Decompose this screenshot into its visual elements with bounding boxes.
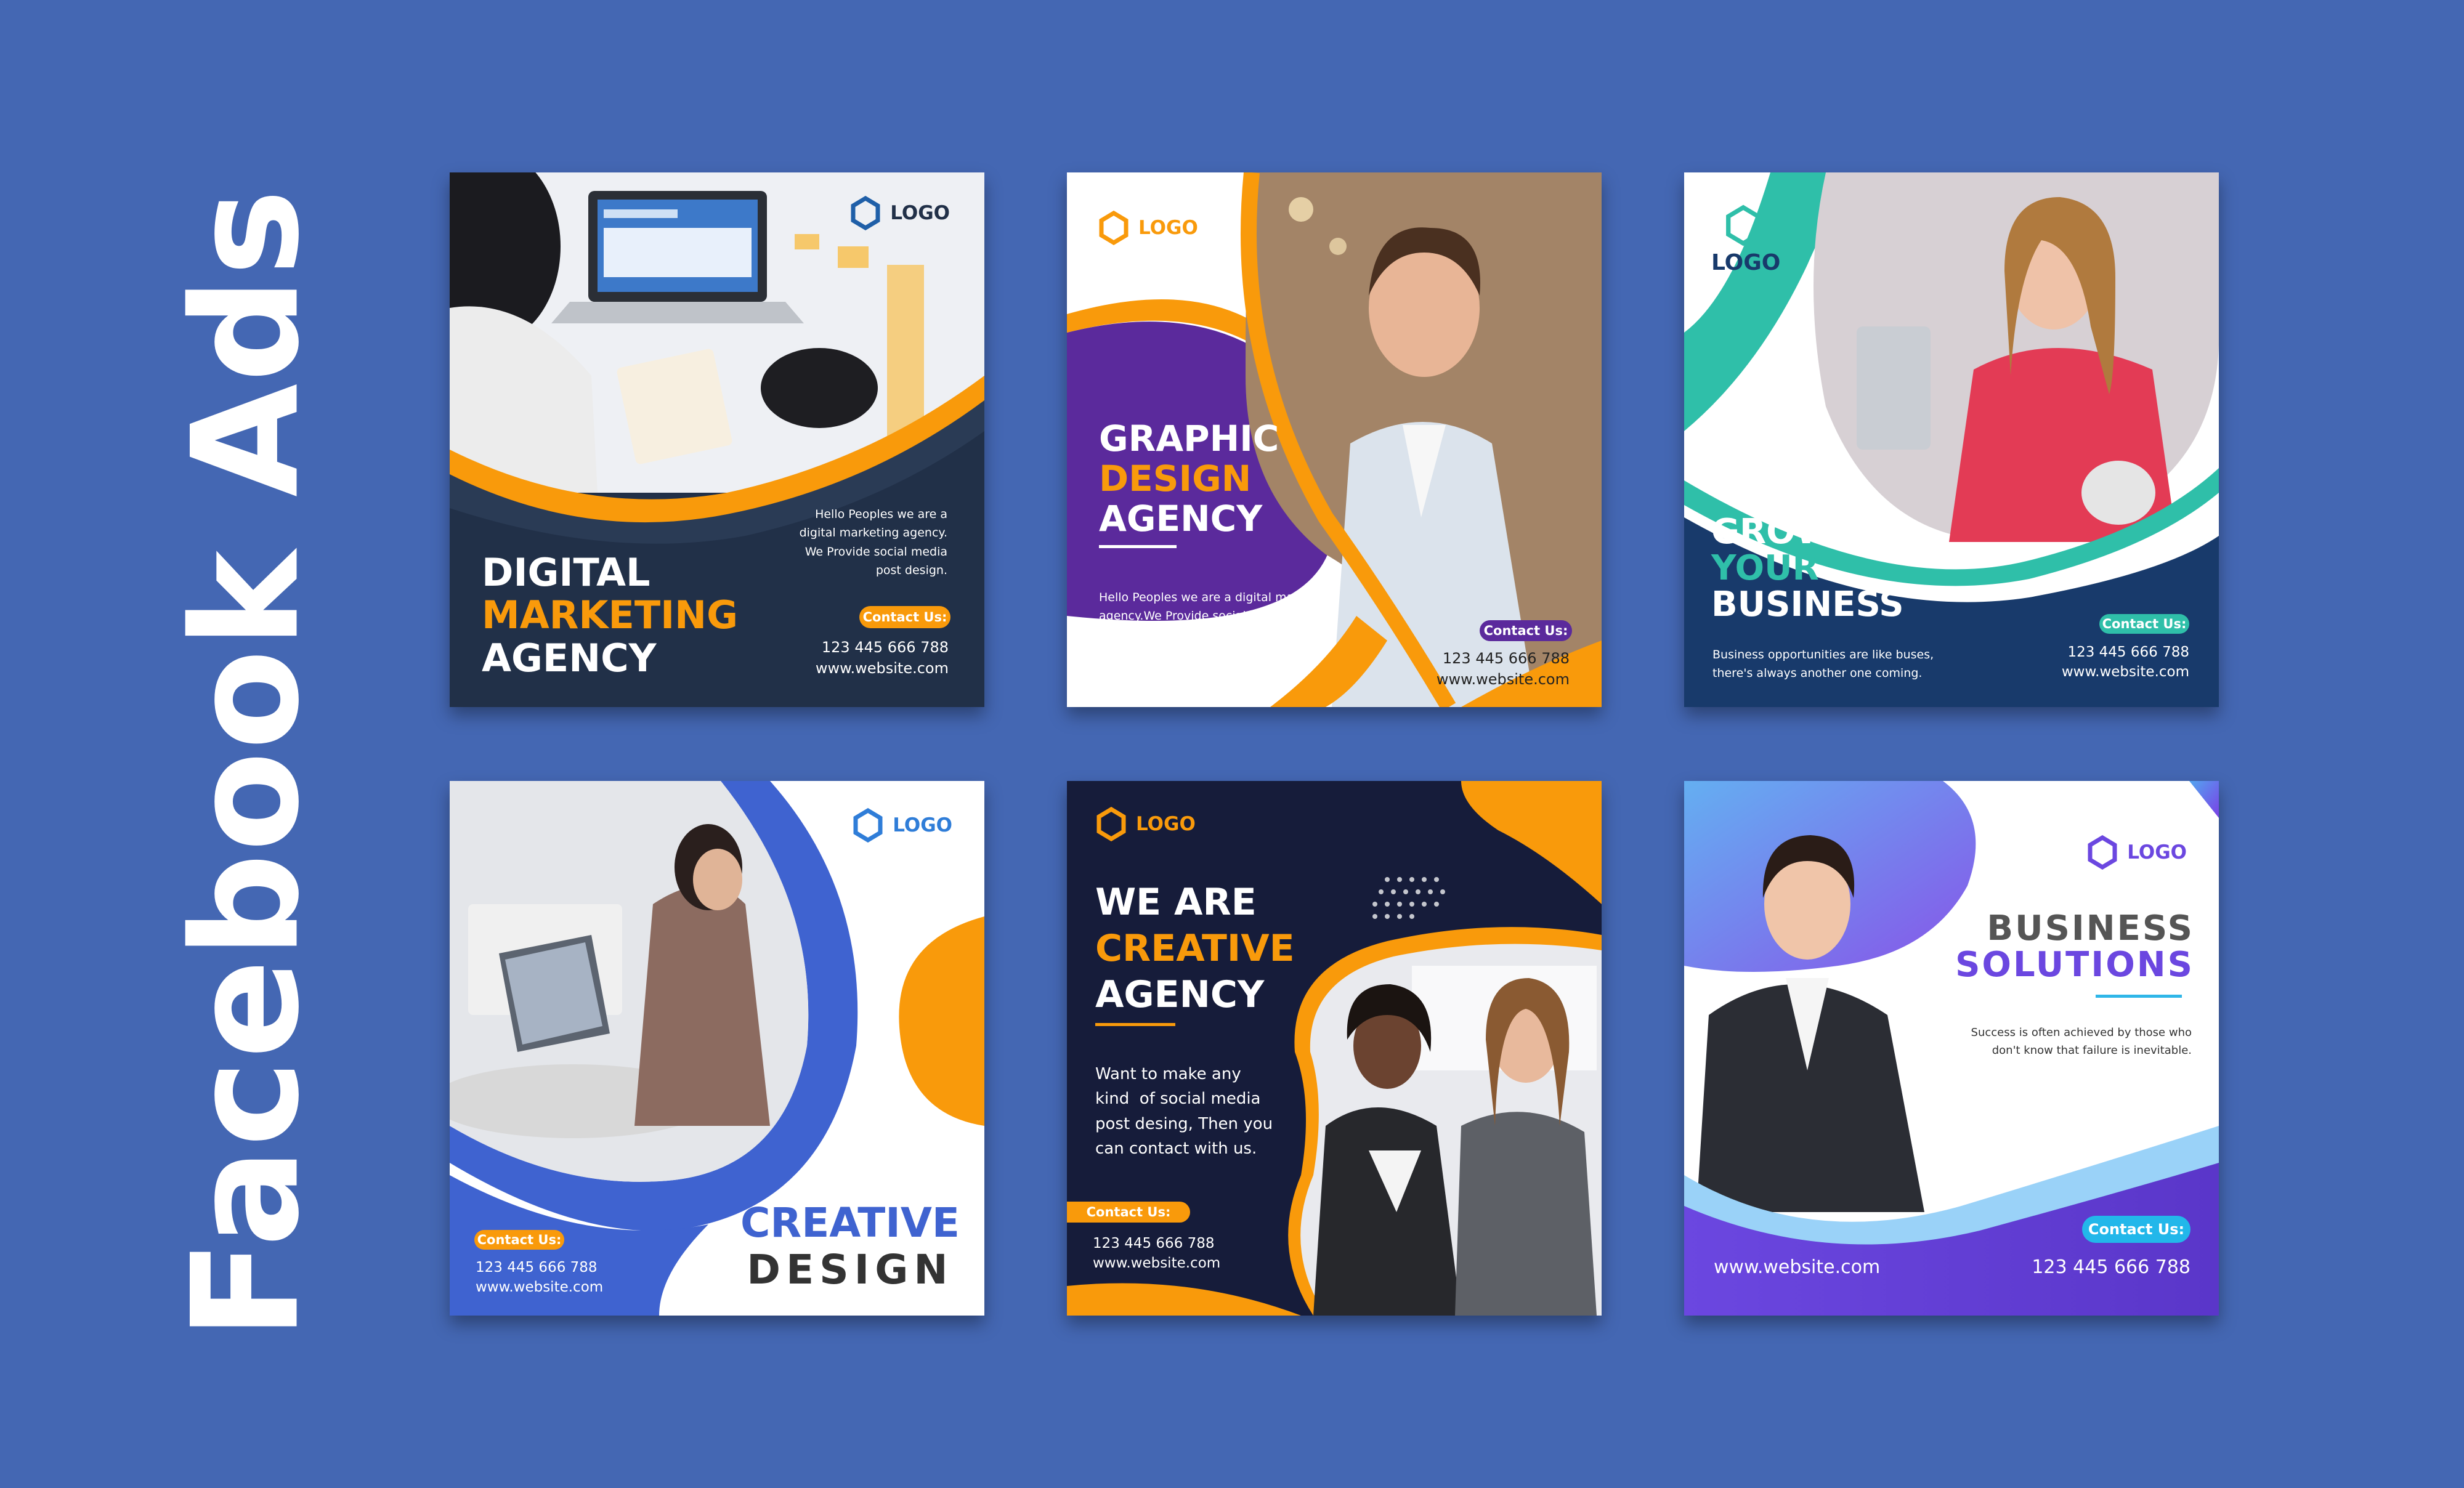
ad-card-graphic-design[interactable]: LOGO GRAPHIC DESIGN AGENCY Hello Peoples… [1067, 172, 1602, 707]
contact-info: 123 445 666 788 www.website.com [816, 637, 949, 679]
hexagon-logo-icon [1099, 211, 1129, 245]
ad-card-digital-marketing[interactable]: LOGO DIGITAL MARKETING AGENCY Hello Peop… [450, 172, 984, 707]
hexagon-logo-icon [853, 808, 883, 843]
ad-heading: BUSINESS SOLUTIONS [1955, 910, 2194, 998]
hexagon-logo-icon [851, 196, 880, 230]
hexagon-logo-icon [1726, 204, 1761, 246]
phone: 123 445 666 788 [1442, 650, 1570, 667]
heading-underline [1095, 1023, 1175, 1026]
logo: LOGO [1711, 204, 1780, 275]
phone: 123 445 666 788 [476, 1260, 598, 1276]
contact-us-button[interactable]: Contact Us: [2082, 1216, 2190, 1243]
logo: LOGO [849, 196, 950, 230]
ad-heading: GRAPHIC DESIGN AGENCY [1099, 419, 1279, 548]
contact-us-button[interactable]: Contact Us: [1067, 1202, 1190, 1223]
website: www.website.com [476, 1279, 604, 1296]
contact-info: 123 445 666 788 www.website.com [2062, 642, 2189, 682]
hexagon-logo-icon [1096, 807, 1126, 841]
contact-us-button[interactable]: Contact Us: [859, 606, 950, 628]
ad-body-text: Business opportunities are like buses, t… [1712, 648, 1934, 681]
contact-us-button[interactable]: Contact Us: [2099, 614, 2189, 634]
ad-body-text: Hello Peoples we are a digital marketing… [799, 507, 947, 578]
ad-body-text: Want to make any kind of social media po… [1095, 1065, 1273, 1158]
phone: 123 445 666 788 [1093, 1235, 1215, 1251]
hexagon-logo-icon [2088, 835, 2117, 870]
logo: LOGO [1098, 211, 1198, 245]
ad-card-business-solutions[interactable]: LOGO BUSINESS SOLUTIONS Success is often… [1684, 781, 2219, 1316]
ad-body-text: Success is often achieved by those who d… [1971, 1026, 2192, 1057]
contact-info: 123 445 666 788 www.website.com [1437, 649, 1570, 690]
contact-us-button[interactable]: Contact Us: [1480, 620, 1572, 641]
contact-info: 123 445 666 788 www.website.com [476, 1258, 603, 1297]
ad-card-creative-design[interactable]: LOGO CREATIVE DESIGN Contact Us: 123 445… [450, 781, 984, 1316]
ad-heading: WE ARE CREATIVE AGENCY [1095, 879, 1295, 1026]
ad-heading: GROW YOUR BUSINESS [1711, 512, 1904, 625]
page-title: Facebook Ads [161, 187, 332, 1340]
heading-underline [1099, 544, 1177, 548]
ad-heading: CREATIVE DESIGN [740, 1199, 960, 1293]
website: www.website.com [1436, 670, 1570, 688]
ad-body-text: Hello Peoples we are a digital marketing… [1099, 591, 1335, 642]
ad-heading: DIGITAL MARKETING AGENCY [482, 550, 738, 681]
phone: 123 445 666 788 [2067, 644, 2189, 660]
logo: LOGO [2086, 835, 2187, 870]
contact-info: 123 445 666 788 www.website.com [1093, 1234, 1220, 1273]
logo: LOGO [1095, 807, 1196, 841]
ad-card-creative-agency[interactable]: LOGO WE ARE CREATIVE AGENCY Want to make… [1067, 781, 1602, 1316]
logo: LOGO [852, 808, 952, 843]
website: www.website.com [815, 659, 949, 677]
website: www.website.com [1093, 1255, 1221, 1272]
phone: 123 445 666 788 [821, 639, 949, 656]
contact-us-button[interactable]: Contact Us: [474, 1230, 564, 1250]
phone: 123 445 666 788 [2032, 1256, 2190, 1278]
title-area: Facebook Ads [161, 166, 332, 1361]
website: www.website.com [1714, 1256, 1881, 1278]
website: www.website.com [2061, 664, 2189, 681]
ad-card-grow-business[interactable]: LOGO GROW YOUR BUSINESS Business opportu… [1684, 172, 2219, 707]
heading-underline [2096, 994, 2182, 998]
